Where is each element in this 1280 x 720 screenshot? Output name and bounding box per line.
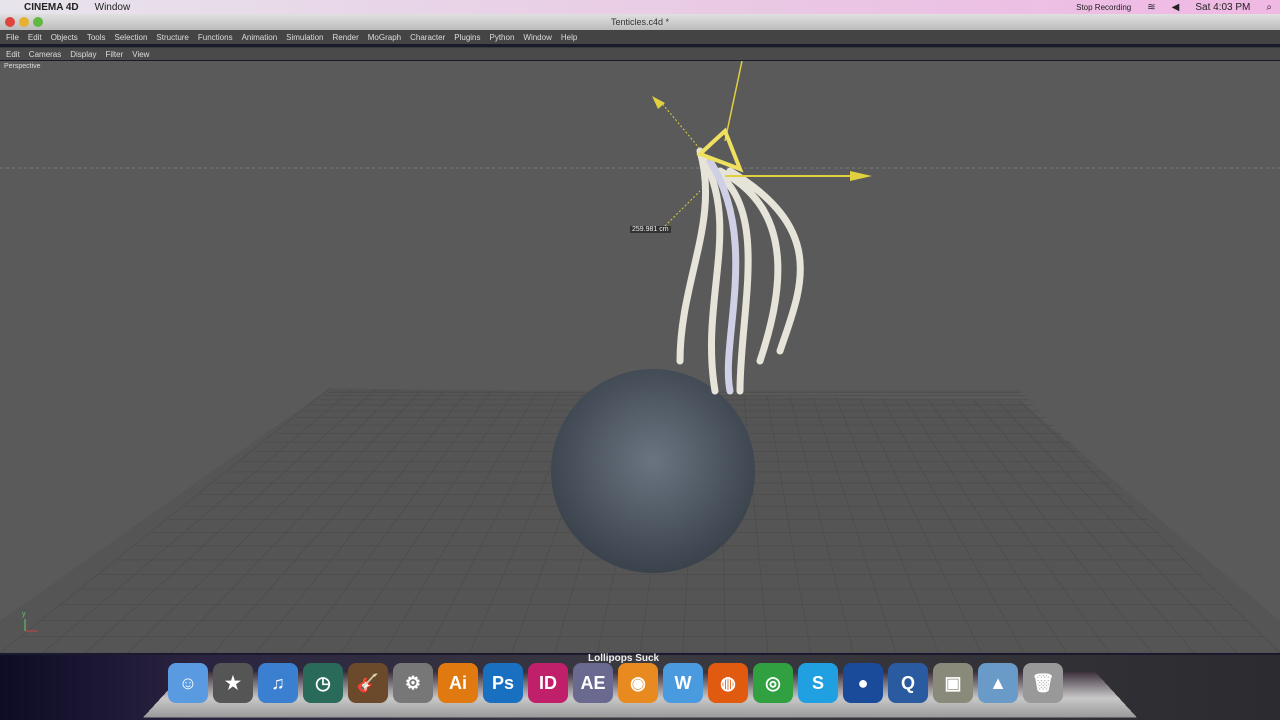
dock-quicktime-icon[interactable]: Q <box>888 663 928 703</box>
menu-functions[interactable]: Functions <box>198 33 233 42</box>
dock-garageband-icon[interactable]: 🎸 <box>348 663 388 703</box>
dock-itunes-icon[interactable]: ♫ <box>258 663 298 703</box>
menu-structure[interactable]: Structure <box>156 33 188 42</box>
dock-trash-icon[interactable]: 🗑 <box>1023 663 1063 703</box>
mac-menu-bar: CINEMA 4D Window Stop Recording ≋ ◀ Sat … <box>0 0 1280 14</box>
menu-selection[interactable]: Selection <box>115 33 148 42</box>
stop-recording[interactable]: Stop Recording <box>1076 3 1131 12</box>
dock-time-machine-icon[interactable]: ◷ <box>303 663 343 703</box>
dock-system-preferences-icon[interactable]: ⚙ <box>393 663 433 703</box>
menu-character[interactable]: Character <box>410 33 445 42</box>
view-menu-filter[interactable]: Filter <box>105 50 123 59</box>
menu-render[interactable]: Render <box>333 33 359 42</box>
measure-label: 259.981 cm <box>630 226 671 233</box>
menu-mograph[interactable]: MoGraph <box>368 33 401 42</box>
viewport-label: Perspective <box>4 63 41 70</box>
x-arrow-icon <box>850 171 872 181</box>
3d-viewport[interactable]: y Perspective 259.981 cm <box>0 61 1280 653</box>
dock-imovie-icon[interactable]: ★ <box>213 663 253 703</box>
window-title: Tenticles.c4d * <box>610 17 670 27</box>
menu-simulation[interactable]: Simulation <box>286 33 323 42</box>
menu-objects[interactable]: Objects <box>51 33 78 42</box>
view-menu-display[interactable]: Display <box>70 50 96 59</box>
dock-blender-icon[interactable]: ◉ <box>618 663 658 703</box>
tentacles <box>676 147 804 395</box>
volume-icon[interactable]: ◀ <box>1172 2 1180 13</box>
menu-window[interactable]: Window <box>523 33 551 42</box>
sphere <box>551 369 755 573</box>
menu-help[interactable]: Help <box>561 33 577 42</box>
dock-applications-folder-icon[interactable]: ▲ <box>978 663 1018 703</box>
dock-firefox-icon[interactable]: ◍ <box>708 663 748 703</box>
dock-preview-icon[interactable]: ▣ <box>933 663 973 703</box>
viewport-menubar: Edit Cameras Display Filter View <box>0 47 1280 60</box>
dock-after-effects-icon[interactable]: AE <box>573 663 613 703</box>
dock-indesign-icon[interactable]: ID <box>528 663 568 703</box>
dock-word-icon[interactable]: W <box>663 663 703 703</box>
menu-file[interactable]: File <box>6 33 19 42</box>
window-menu[interactable]: Window <box>95 2 131 13</box>
view-menu-view[interactable]: View <box>132 50 149 59</box>
spotlight-icon[interactable]: ⌕ <box>1266 2 1272 13</box>
dock-globe-icon[interactable]: ● <box>843 663 883 703</box>
dock: Lollipops Suck ☺ ★ ♫ ◷ 🎸 ⚙ Ai Ps ID AE ◉ W ◍ ◎ S ● Q ▣ ▲ 🗑 <box>0 653 1280 720</box>
menu-plugins[interactable]: Plugins <box>454 33 480 42</box>
menu-edit[interactable]: Edit <box>28 33 42 42</box>
close-button[interactable] <box>5 17 15 27</box>
zoom-button[interactable] <box>33 17 43 27</box>
app-menu[interactable]: CINEMA 4D <box>24 2 79 13</box>
wifi-icon[interactable]: ≋ <box>1147 2 1155 13</box>
dock-chrome-icon[interactable]: ◎ <box>753 663 793 703</box>
menu-tools[interactable]: Tools <box>87 33 106 42</box>
z-arrow-icon <box>652 96 665 109</box>
dock-photoshop-icon[interactable]: Ps <box>483 663 523 703</box>
view-menu-edit[interactable]: Edit <box>6 50 20 59</box>
window-titlebar: Tenticles.c4d * <box>0 14 1280 30</box>
dock-skype-icon[interactable]: S <box>798 663 838 703</box>
axis-gizmo-y: y <box>22 611 26 618</box>
y-axis-handle[interactable] <box>724 61 743 142</box>
minimize-button[interactable] <box>19 17 29 27</box>
clock[interactable]: Sat 4:03 PM <box>1195 2 1250 13</box>
dock-finder-icon[interactable]: ☺ <box>168 663 208 703</box>
app-menubar: File Edit Objects Tools Selection Structure Fu… <box>0 30 1280 44</box>
view-menu-cameras[interactable]: Cameras <box>29 50 61 59</box>
menu-animation[interactable]: Animation <box>242 33 278 42</box>
scene: y <box>0 61 1280 653</box>
menu-python[interactable]: Python <box>490 33 515 42</box>
dock-illustrator-icon[interactable]: Ai <box>438 663 478 703</box>
